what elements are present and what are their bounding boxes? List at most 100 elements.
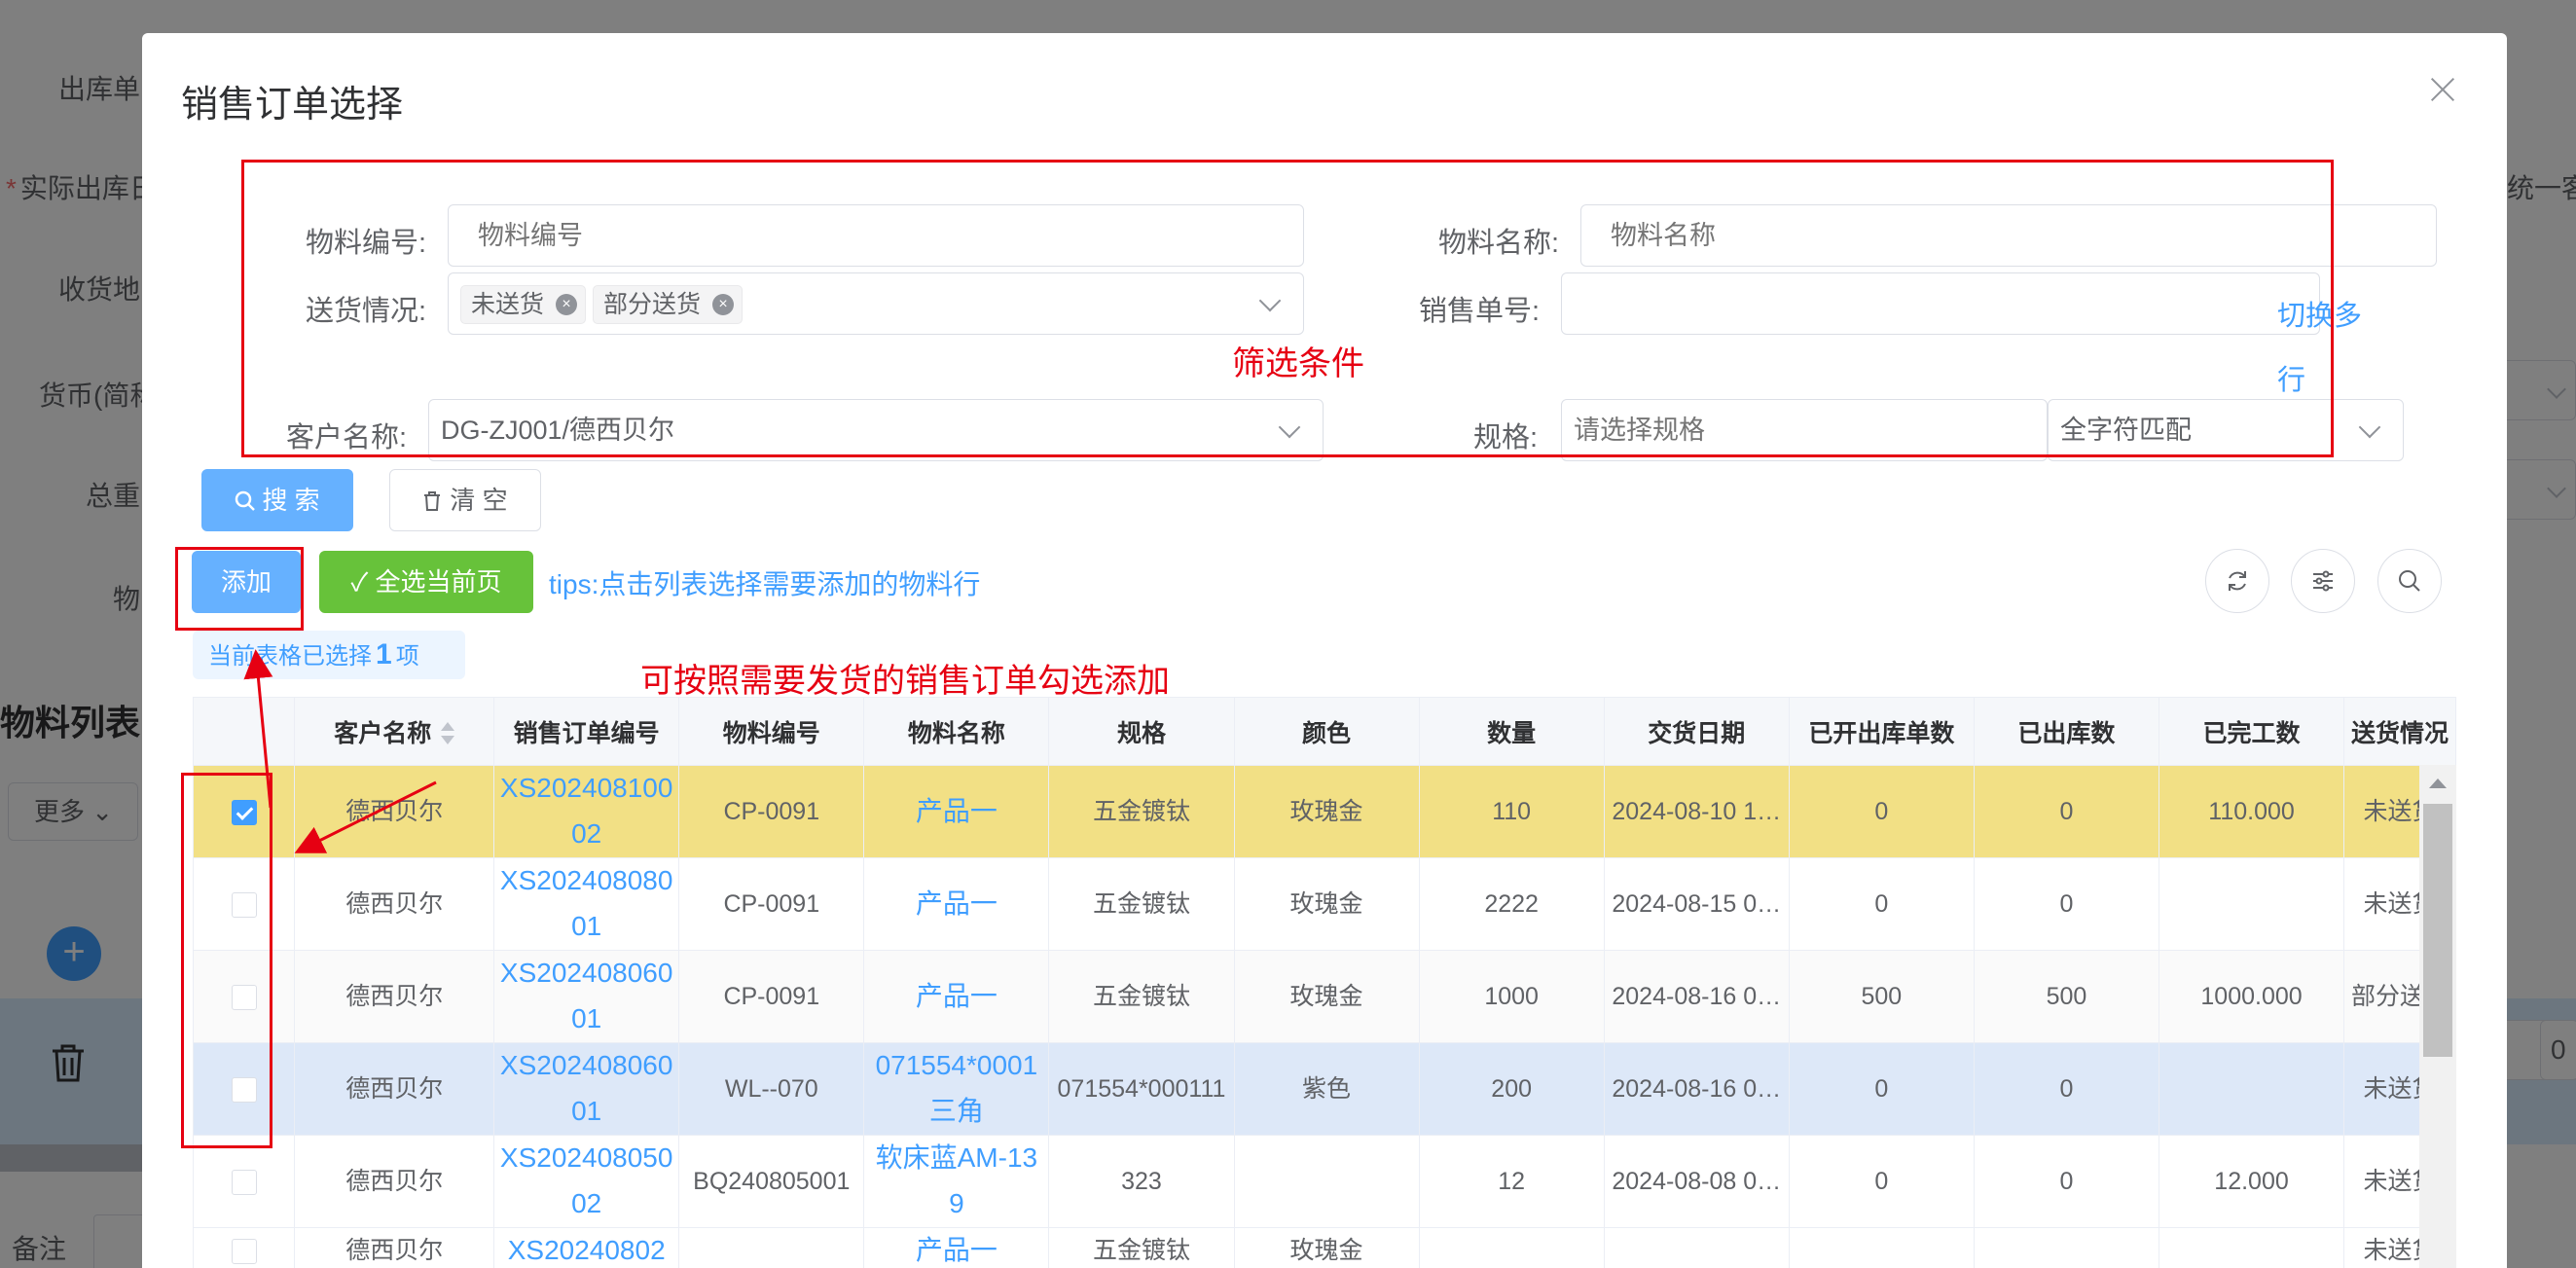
- done-cell: 1000.000: [2158, 950, 2345, 1043]
- date-cell: 2024-08-16 0…: [1603, 950, 1790, 1043]
- order-no-link[interactable]: XS20240810002: [500, 773, 673, 849]
- sales-no-input[interactable]: [1561, 272, 2320, 335]
- sales-no-label: 销售单号:: [1419, 296, 1541, 327]
- tag-label: 部分送货: [603, 291, 702, 318]
- sort-icon[interactable]: [439, 721, 455, 747]
- out-cell: 0: [1973, 1042, 2159, 1136]
- toggle-search-button[interactable]: [2377, 549, 2442, 613]
- material-name-link[interactable]: 产品一: [916, 1235, 998, 1265]
- row-checkbox[interactable]: [231, 1239, 257, 1265]
- scroll-thumb[interactable]: [2423, 804, 2452, 1057]
- tips-text: tips:点击列表选择需要添加的物料行: [549, 569, 981, 599]
- code-cell: [678, 1227, 865, 1268]
- table-row[interactable]: 德西贝尔 XS20240806001 WL--070 071554*0001三角 071…: [192, 1042, 2456, 1136]
- order-no-link[interactable]: XS20240806001: [500, 958, 673, 1033]
- opened-cell: 0: [1788, 1135, 1975, 1228]
- spec-cell: 五金镀钛: [1048, 857, 1235, 951]
- order-no-link[interactable]: XS20240802: [508, 1235, 666, 1265]
- table-row[interactable]: 德西贝尔 XS20240806001 CP-0091 产品一 五金镀钛 玫瑰金 1000 20…: [192, 950, 2456, 1043]
- material-name-link[interactable]: 软床蓝AM-139: [876, 1142, 1037, 1218]
- qty-cell: 12: [1418, 1135, 1605, 1228]
- spec-input[interactable]: [1561, 399, 2048, 461]
- material-name-link[interactable]: 产品一: [916, 796, 998, 826]
- tag-close-icon[interactable]: ×: [556, 294, 578, 315]
- row-checkbox[interactable]: [231, 800, 257, 826]
- order-no-cell: XS20240806001: [493, 1042, 680, 1136]
- refresh-icon: [2229, 571, 2246, 591]
- column-settings-button[interactable]: [2291, 549, 2355, 613]
- material-name-cell: 071554*0001三角: [863, 1042, 1050, 1136]
- clear-button[interactable]: 清 空: [389, 469, 541, 531]
- table-row[interactable]: 德西贝尔 XS20240805002 BQ240805001 软床蓝AM-139 323…: [192, 1135, 2456, 1228]
- code-cell: CP-0091: [678, 857, 865, 951]
- header-opened: 已开出库单数: [1788, 697, 1975, 766]
- close-icon[interactable]: [2423, 70, 2462, 109]
- qty-cell: 2222: [1418, 857, 1605, 951]
- order-no-link[interactable]: XS20240808001: [500, 865, 673, 941]
- table-header-row: 客户名称 销售订单编号 物料编号 物料名称 规格 颜色 数量 交货日期 已开出库…: [192, 697, 2456, 766]
- done-cell: [2158, 1227, 2345, 1268]
- color-cell: 玫瑰金: [1233, 765, 1420, 858]
- code-cell: CP-0091: [678, 950, 865, 1043]
- material-code-input[interactable]: [448, 204, 1304, 267]
- header-customer[interactable]: 客户名称: [294, 697, 495, 766]
- tag-close-icon[interactable]: ×: [712, 294, 735, 315]
- match-mode-value: 全字符匹配: [2060, 416, 2192, 445]
- spec-cell: 五金镀钛: [1048, 765, 1235, 858]
- checkbox-cell: [192, 765, 296, 858]
- material-name-link[interactable]: 071554*0001三角: [876, 1050, 1038, 1126]
- delivery-label: 送货情况:: [306, 296, 427, 327]
- annotation-filter-label: 筛选条件: [1232, 345, 1364, 382]
- row-checkbox[interactable]: [231, 985, 257, 1011]
- material-name-link[interactable]: 产品一: [916, 888, 998, 919]
- trash-icon: [424, 491, 441, 511]
- code-cell: WL--070: [678, 1042, 865, 1136]
- table-scrollbar[interactable]: [2419, 765, 2456, 1268]
- order-no-cell: XS20240808001: [493, 857, 680, 951]
- checkbox-cell: [192, 1135, 296, 1228]
- checkbox-cell: [192, 1042, 296, 1136]
- sliders-icon: [2313, 570, 2333, 592]
- customer-select[interactable]: DG-ZJ001/德西贝尔: [428, 399, 1324, 461]
- delivery-tag-not-delivered: 未送货 ×: [460, 285, 587, 324]
- material-name-link[interactable]: 产品一: [916, 981, 998, 1011]
- select-all-page-button[interactable]: ✓ 全选当前页: [319, 551, 533, 613]
- table-row[interactable]: 德西贝尔 XS20240808001 CP-0091 产品一 五金镀钛 玫瑰金 2222 20…: [192, 857, 2456, 951]
- row-checkbox[interactable]: [231, 1170, 257, 1196]
- spec-label: 规格:: [1473, 422, 1539, 453]
- material-name-cell: 产品一: [863, 950, 1050, 1043]
- date-cell: [1603, 1227, 1790, 1268]
- row-checkbox[interactable]: [231, 1077, 257, 1104]
- delivery-select[interactable]: 未送货 × 部分送货 ×: [448, 272, 1304, 335]
- order-no-cell: XS20240802: [493, 1227, 680, 1268]
- table-row[interactable]: 德西贝尔 XS20240810002 CP-0091 产品一 五金镀钛 玫瑰金 110 202…: [192, 765, 2456, 858]
- qty-cell: 200: [1418, 1042, 1605, 1136]
- row-checkbox[interactable]: [231, 892, 257, 919]
- add-button[interactable]: 添加: [192, 551, 301, 613]
- switch-multiline-link[interactable]: 切换多行: [2277, 284, 2384, 413]
- scroll-up-icon[interactable]: [2429, 779, 2447, 788]
- order-no-link[interactable]: XS20240806001: [500, 1050, 673, 1126]
- date-cell: 2024-08-10 1…: [1603, 765, 1790, 858]
- material-code-label: 物料编号:: [306, 228, 427, 259]
- customer-cell: 德西贝尔: [294, 1227, 495, 1268]
- header-spec: 规格: [1048, 697, 1235, 766]
- refresh-button[interactable]: [2205, 549, 2269, 613]
- spec-cell: 071554*000111: [1048, 1042, 1235, 1136]
- checkbox-cell: [192, 857, 296, 951]
- table-row[interactable]: 德西贝尔 XS20240802 产品一 五金镀钛 玫瑰金 未送货: [192, 1227, 2456, 1268]
- match-mode-select[interactable]: 全字符匹配: [2048, 399, 2404, 461]
- order-no-link[interactable]: XS20240805002: [500, 1142, 673, 1218]
- material-name-input[interactable]: [1580, 204, 2437, 267]
- date-cell: 2024-08-08 0…: [1603, 1135, 1790, 1228]
- qty-cell: 110: [1418, 765, 1605, 858]
- material-name-cell: 产品一: [863, 857, 1050, 951]
- header-qty: 数量: [1418, 697, 1605, 766]
- out-cell: [1973, 1227, 2159, 1268]
- date-cell: 2024-08-15 0…: [1603, 857, 1790, 951]
- header-shipped: 已出库数: [1973, 697, 2159, 766]
- search-button[interactable]: 搜 索: [201, 469, 353, 531]
- qty-cell: 1000: [1418, 950, 1605, 1043]
- out-cell: 0: [1973, 857, 2159, 951]
- opened-cell: 0: [1788, 765, 1975, 858]
